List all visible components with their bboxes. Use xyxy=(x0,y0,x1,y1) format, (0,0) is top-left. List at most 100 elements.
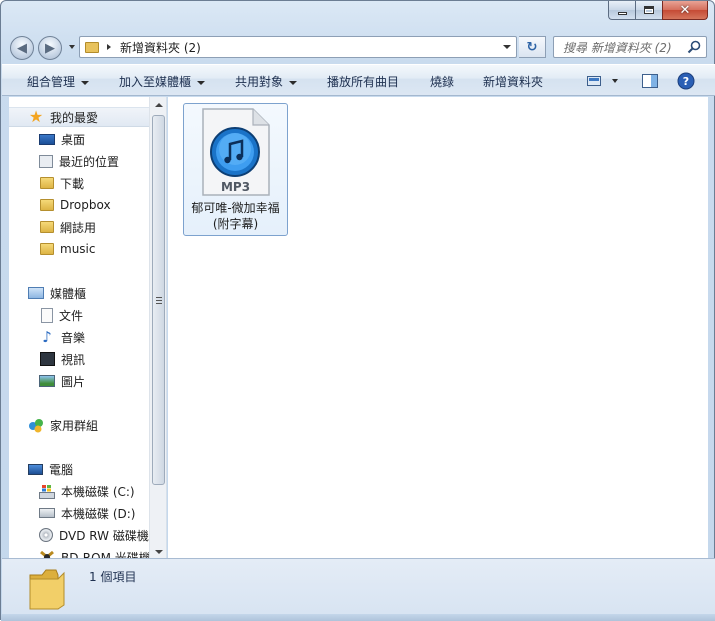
chevron-down-icon xyxy=(197,80,206,85)
explorer-window: ✕ ◀ ▶ 新增資料夾 (2) ↻ 搜尋 新增資料夾 (2) 組合管理 加入至媒… xyxy=(0,0,715,621)
sidebar-item-label: 視訊 xyxy=(61,352,86,367)
new-folder-label: 新增資料夾 xyxy=(483,75,544,89)
sidebar-item-downloads[interactable]: 下載 xyxy=(9,173,84,193)
scroll-up-arrow-icon[interactable] xyxy=(155,103,163,107)
sidebar-item-pictures[interactable]: 圖片 xyxy=(9,371,85,391)
sidebar-item-label: 電腦 xyxy=(49,462,74,477)
sidebar-item-dvd-drive[interactable]: DVD RW 磁碟機 xyxy=(9,525,149,545)
file-item[interactable]: MP3 郁可唯-微加幸福(附字幕) xyxy=(183,103,288,236)
command-bar: 組合管理 加入至媒體櫃 共用對象 播放所有曲目 燒錄 新增資料夾 ? xyxy=(2,64,715,96)
play-all-label: 播放所有曲目 xyxy=(327,75,400,89)
search-box[interactable]: 搜尋 新增資料夾 (2) xyxy=(553,36,707,58)
sidebar-item-label: 本機磁碟 (D:) xyxy=(61,506,136,521)
chevron-down-icon xyxy=(81,80,90,85)
search-input[interactable]: 搜尋 新增資料夾 (2) xyxy=(563,39,672,56)
sidebar-item-label: 家用群組 xyxy=(50,418,99,433)
scrollbar-thumb[interactable] xyxy=(152,115,165,485)
file-list-pane[interactable]: MP3 郁可唯-微加幸福(附字幕) xyxy=(168,97,708,558)
caption-buttons: ✕ xyxy=(608,1,708,20)
folder-icon xyxy=(40,243,54,255)
maximize-button[interactable] xyxy=(635,1,662,20)
sidebar-item-blog[interactable]: 網誌用 xyxy=(9,217,96,237)
organize-button[interactable]: 組合管理 xyxy=(27,73,90,90)
sidebar-item-label: 最近的位置 xyxy=(59,154,120,169)
back-arrow-icon: ◀ xyxy=(17,40,27,56)
computer-icon xyxy=(28,463,43,475)
folder-icon xyxy=(40,199,54,211)
details-pane: 1 個項目 xyxy=(2,558,715,614)
breadcrumb-current-folder[interactable]: 新增資料夾 (2) xyxy=(120,39,201,56)
new-folder-button[interactable]: 新增資料夾 xyxy=(483,73,543,90)
breadcrumb-separator-icon[interactable] xyxy=(107,44,111,50)
search-icon[interactable] xyxy=(687,40,701,54)
desktop-icon xyxy=(39,133,55,145)
sidebar-item-documents[interactable]: 文件 xyxy=(9,305,83,325)
sidebar-item-computer[interactable]: 電腦 xyxy=(9,459,73,479)
scroll-down-arrow-icon[interactable] xyxy=(155,550,163,554)
burn-button[interactable]: 燒錄 xyxy=(430,73,454,90)
sidebar-item-drive-c[interactable]: 本機磁碟 (C:) xyxy=(9,481,135,501)
sidebar-item-music[interactable]: ♪ 音樂 xyxy=(9,327,85,347)
video-icon xyxy=(40,352,55,366)
folder-icon xyxy=(40,177,54,189)
sidebar-item-drive-d[interactable]: 本機磁碟 (D:) xyxy=(9,503,135,523)
recent-places-icon xyxy=(39,154,53,168)
organize-label: 組合管理 xyxy=(27,75,76,89)
sidebar-item-label: BD-ROM 光碟機 xyxy=(61,550,151,559)
sidebar-item-label: 網誌用 xyxy=(60,220,97,235)
item-count: 1 個項目 xyxy=(89,570,137,584)
folder-icon xyxy=(29,569,65,610)
pictures-icon xyxy=(39,375,55,387)
refresh-icon: ↻ xyxy=(526,39,538,55)
sidebar-item-desktop[interactable]: 桌面 xyxy=(9,129,85,149)
share-with-button[interactable]: 共用對象 xyxy=(235,73,298,90)
sidebar-item-homegroup[interactable]: 家用群組 xyxy=(9,415,98,435)
sidebar-item-label: 本機磁碟 (C:) xyxy=(61,484,135,499)
sidebar-item-label: 桌面 xyxy=(61,132,86,147)
dvd-drive-icon xyxy=(39,528,53,542)
sidebar-item-music-folder[interactable]: music xyxy=(9,239,95,259)
maximize-icon xyxy=(644,6,654,14)
sidebar-item-favorites[interactable]: ★ 我的最愛 xyxy=(9,107,150,127)
help-button[interactable]: ? xyxy=(677,72,695,93)
recent-pages-dropdown[interactable] xyxy=(69,45,75,49)
file-name[interactable]: 郁可唯-微加幸福(附字幕) xyxy=(184,200,287,232)
view-options-icon xyxy=(587,76,618,86)
libraries-icon xyxy=(28,287,44,299)
folder-icon xyxy=(85,41,99,53)
forward-arrow-icon: ▶ xyxy=(45,40,55,56)
address-history-dropdown[interactable] xyxy=(503,45,511,49)
sidebar-item-dropbox[interactable]: Dropbox xyxy=(9,195,111,215)
sidebar-item-libraries[interactable]: 媒體櫃 xyxy=(9,283,86,303)
homegroup-icon xyxy=(28,417,44,433)
file-type-label: MP3 xyxy=(220,180,251,194)
music-icon: ♪ xyxy=(42,328,52,346)
close-button[interactable]: ✕ xyxy=(662,1,708,20)
sidebar-item-videos[interactable]: 視訊 xyxy=(9,349,85,369)
forward-button[interactable]: ▶ xyxy=(38,36,62,60)
sidebar-item-label: 媒體櫃 xyxy=(50,286,87,301)
star-icon: ★ xyxy=(28,107,44,126)
close-icon: ✕ xyxy=(679,2,691,18)
sidebar-item-bd-drive[interactable]: BD-ROM 光碟機 xyxy=(9,547,151,558)
scroll-grip-icon xyxy=(156,297,162,304)
back-button[interactable]: ◀ xyxy=(10,36,34,60)
help-icon: ? xyxy=(677,72,695,90)
sidebar-item-label: Dropbox xyxy=(60,198,111,212)
documents-icon xyxy=(41,307,53,323)
sidebar-item-label: 音樂 xyxy=(61,330,86,345)
include-in-library-button[interactable]: 加入至媒體櫃 xyxy=(119,73,206,90)
navigation-scrollbar[interactable] xyxy=(149,97,166,558)
minimize-icon xyxy=(617,11,627,15)
sidebar-item-recent-places[interactable]: 最近的位置 xyxy=(9,151,119,171)
play-all-button[interactable]: 播放所有曲目 xyxy=(327,73,399,90)
preview-pane-button[interactable] xyxy=(642,74,658,91)
windows-drive-icon xyxy=(39,484,55,499)
minimize-button[interactable] xyxy=(608,1,635,20)
view-options-button[interactable] xyxy=(587,75,621,90)
address-bar[interactable]: 新增資料夾 (2) xyxy=(79,36,517,58)
sidebar-item-label: music xyxy=(60,242,96,256)
share-with-label: 共用對象 xyxy=(235,75,284,89)
refresh-button[interactable]: ↻ xyxy=(519,36,546,58)
drive-icon xyxy=(39,508,55,518)
